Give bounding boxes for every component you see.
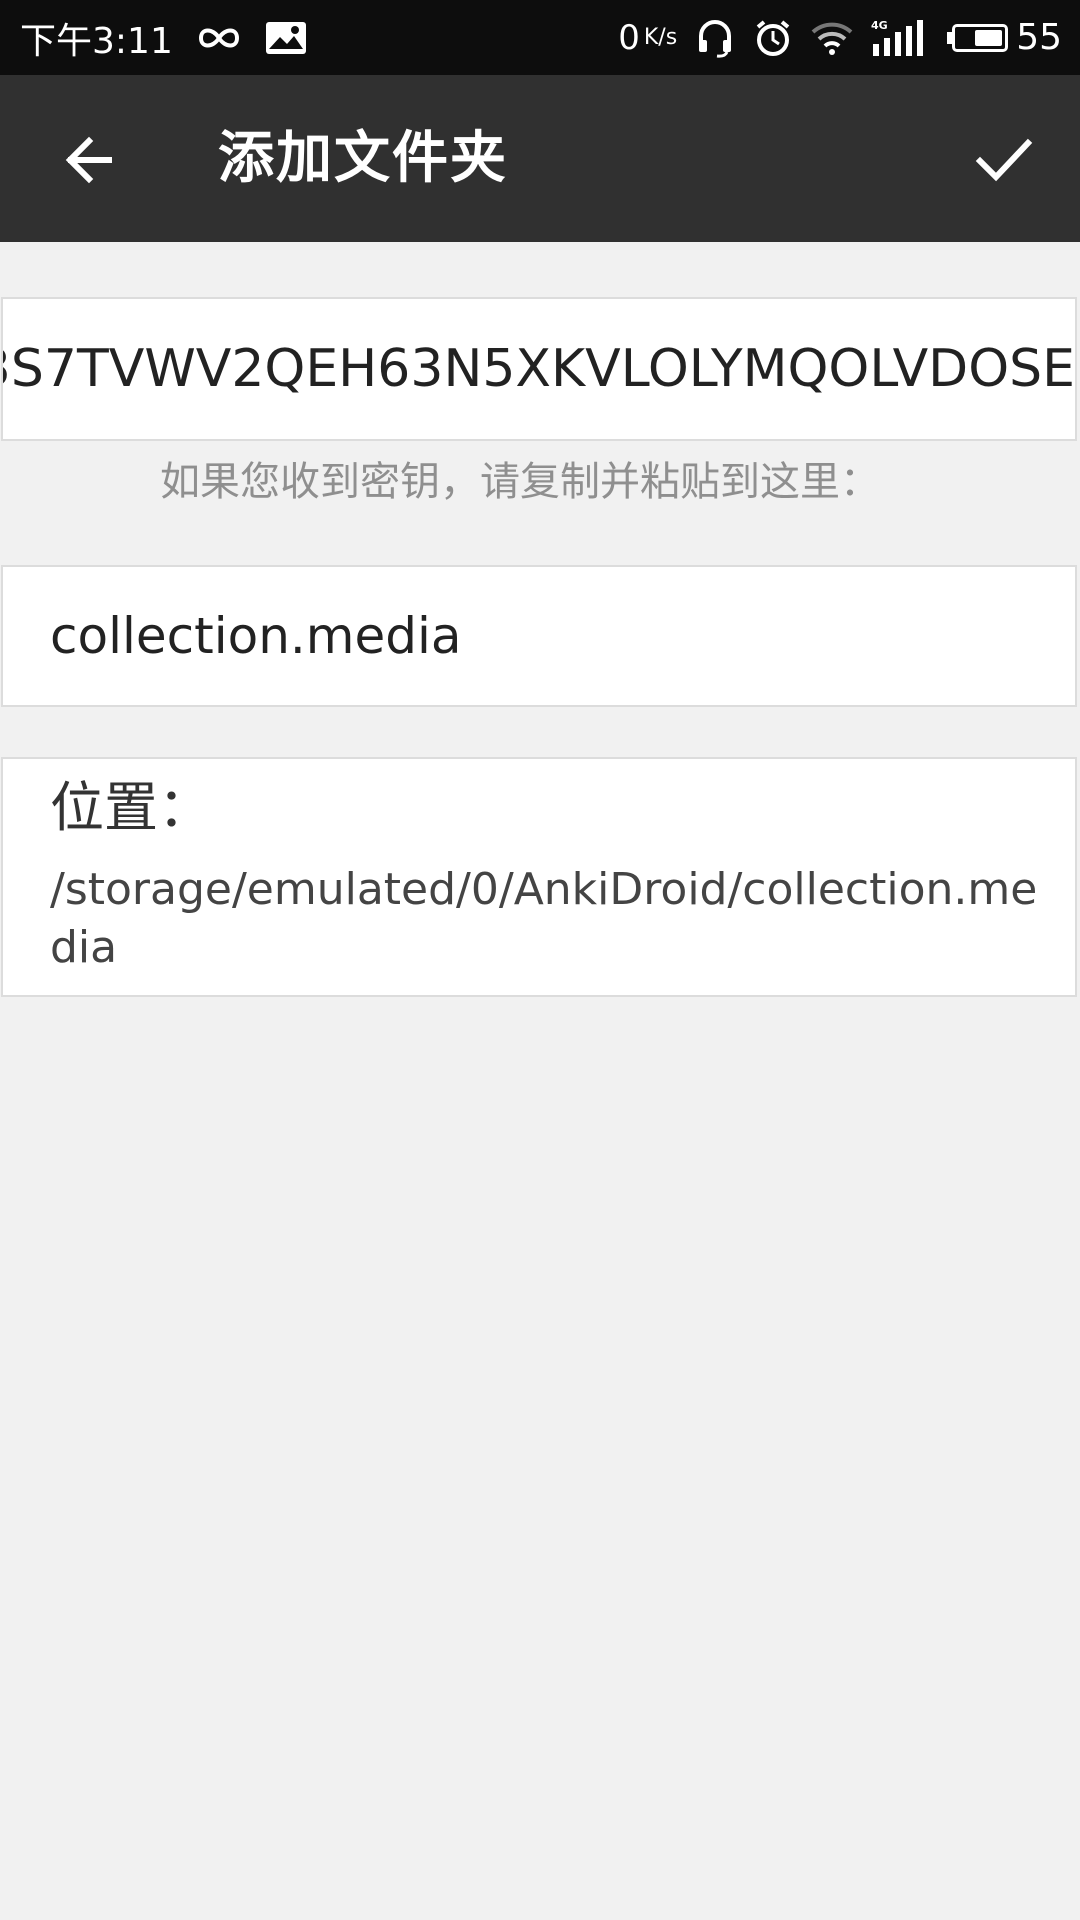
- arrow-left-icon: [65, 136, 112, 184]
- infinity-icon: [195, 24, 243, 52]
- check-icon: [975, 138, 1033, 182]
- network-speed-value: 0: [618, 17, 640, 58]
- location-row[interactable]: 位置： /storage/emulated/0/AnkiDroid/collec…: [1, 757, 1077, 997]
- battery-level: 55: [1016, 17, 1062, 58]
- headset-icon: [695, 18, 735, 58]
- wifi-icon: [811, 21, 853, 55]
- app-toolbar: 添加文件夹: [0, 75, 1080, 242]
- confirm-button[interactable]: [968, 125, 1038, 195]
- page-title: 添加文件夹: [218, 126, 508, 191]
- battery-icon: 55: [947, 17, 1062, 58]
- status-time: 下午3:11: [20, 20, 173, 62]
- network-speed: 0 K/s: [618, 18, 677, 58]
- image-icon: [265, 21, 307, 55]
- key-input[interactable]: 3S7TVWV2QEH63N5XKVLOLYMQOLVDOSE: [1, 297, 1077, 441]
- svg-text:4G: 4G: [871, 19, 888, 32]
- status-bar: 下午3:11 0 K/s 4G 55: [0, 0, 1080, 75]
- location-label: 位置：: [50, 776, 212, 839]
- signal-4g-icon: 4G: [871, 18, 929, 58]
- location-path: /storage/emulated/0/AnkiDroid/collection…: [50, 864, 1038, 973]
- key-hint: 如果您收到密钥，请复制并粘贴到这里：: [160, 459, 880, 505]
- key-input-value: 3S7TVWV2QEH63N5XKVLOLYMQOLVDOSE: [1, 339, 1075, 399]
- network-speed-unit: K/s: [643, 25, 678, 50]
- alarm-icon: [753, 18, 793, 58]
- back-button[interactable]: [55, 125, 125, 195]
- folder-name-input[interactable]: collection.media: [1, 565, 1077, 707]
- folder-name-value: collection.media: [50, 607, 462, 665]
